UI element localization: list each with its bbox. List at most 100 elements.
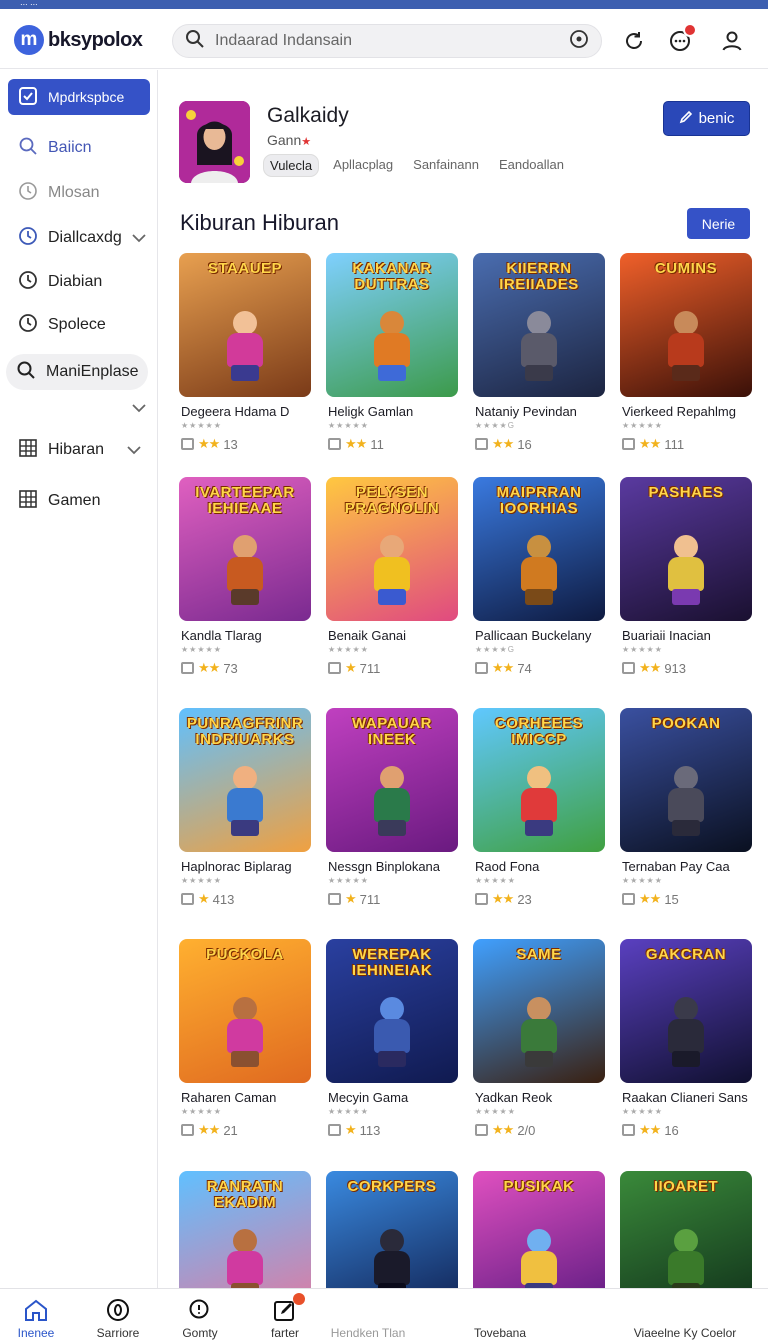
thumbnail-title: PELYSEN PRAGNOLIN [344,484,440,517]
game-card[interactable]: PUCKOLA Raharen Caman ★★★★★ ★★ 21 [179,939,311,1164]
nav-label: Sarriore [96,1326,140,1340]
more-button[interactable]: Nerie [687,208,750,239]
status-text: ∙∙∙ ∙∙∙ [20,0,38,9]
game-card[interactable]: CORKPERS [326,1171,458,1288]
chevron-down-icon[interactable] [132,400,146,418]
game-title[interactable]: Vierkeed Repahlmg [622,404,736,419]
game-thumbnail[interactable]: STAAUEP [179,253,311,397]
game-card[interactable]: STAAUEP Degeera Hdama D ★★★★★ ★★ 13 [179,253,311,478]
game-thumbnail[interactable]: PELYSEN PRAGNOLIN [326,477,458,621]
avatar[interactable] [179,101,250,183]
game-card[interactable]: RANRATN EKADIM [179,1171,311,1288]
game-thumbnail[interactable]: CORKPERS [326,1171,458,1288]
tab-vulecla[interactable]: Vulecla [263,154,320,177]
star-icon: ★★ [492,436,514,451]
game-thumbnail[interactable]: POOKAN [620,708,752,852]
game-card[interactable]: WAPAUAR INEEK Nessgn Binplokana ★★★★★ ★ 711 [326,708,458,933]
tab-sanfainann[interactable]: Sanfainann [407,154,485,177]
game-thumbnail[interactable]: IVARTEEPAR IEHIEAAE [179,477,311,621]
sidebar-item-mlosan[interactable]: Mlosan [8,175,150,211]
game-thumbnail[interactable]: GAKCRAN [620,939,752,1083]
game-thumbnail[interactable]: WAPAUAR INEEK [326,708,458,852]
thumbnail-title: IVARTEEPAR IEHIEAAE [195,484,295,517]
sidebar-item-diabian[interactable]: Diabian [8,264,150,300]
nav-item-viaeelne[interactable]: Viaeelne Ky Coelor [610,1297,760,1340]
game-card[interactable]: CUMINS Vierkeed Repahlmg ★★★★★ ★★ 111 [620,253,752,478]
game-thumbnail[interactable]: SAME [473,939,605,1083]
follow-button[interactable]: benic [663,101,750,136]
game-card[interactable]: POOKAN Ternaban Pay Caa ★★★★★ ★★ 15 [620,708,752,933]
game-thumbnail[interactable]: PASHAES [620,477,752,621]
sidebar-item-gamen[interactable]: Gamen [8,483,150,519]
game-thumbnail[interactable]: PUCKOLA [179,939,311,1083]
sidebar-item-diallcaxdg[interactable]: Diallcaxdg [8,220,150,256]
character-illustration [370,535,414,605]
game-title[interactable]: Pallicaan Buckelany [475,628,591,643]
game-thumbnail[interactable]: CUMINS [620,253,752,397]
character-illustration [517,311,561,381]
nav-item-gomty[interactable]: Gomty [152,1297,248,1340]
game-card[interactable]: PUSIKAK [473,1171,605,1288]
game-rating: ★★ 2/0 [475,1122,535,1138]
app-logo[interactable]: m bksypolox [14,25,143,55]
game-title[interactable]: Raharen Caman [181,1090,276,1105]
game-card[interactable]: MAIPRRAN IOORHIAS Pallicaan Buckelany ★★★★… [473,477,605,702]
sidebar-item-marketplace[interactable]: Mpdrkspbce [8,79,150,115]
game-title[interactable]: Benaik Ganai [328,628,406,643]
game-title[interactable]: Nessgn Binplokana [328,859,440,874]
game-card[interactable]: CORHEEES IMICCP Raod Fona ★★★★★ ★★ 23 [473,708,605,933]
game-title[interactable]: Nataniy Pevindan [475,404,577,419]
character-illustration [370,1229,414,1288]
tab-apllacplag[interactable]: Apllacplag [327,154,399,177]
refresh-icon[interactable] [622,29,646,55]
chat-icon[interactable] [668,23,697,55]
game-thumbnail[interactable]: MAIPRRAN IOORHIAS [473,477,605,621]
rating-value: 16 [517,436,532,452]
game-card[interactable]: PASHAES Buariaii Inacian ★★★★★ ★★ 913 [620,477,752,702]
sidebar-item-hibaran[interactable]: Hibaran [8,432,150,468]
game-title[interactable]: Mecyin Gama [328,1090,408,1105]
tab-eandoallan[interactable]: Eandoallan [493,154,570,177]
game-card[interactable]: IIOARETGBAIM [620,1171,752,1288]
game-title[interactable]: Raod Fona [475,859,539,874]
profile-icon[interactable] [720,29,744,55]
rating-value: 711 [359,660,381,676]
game-thumbnail[interactable]: KAKANAR DUTTRAS [326,253,458,397]
game-title[interactable]: Kandla Tlarag [181,628,262,643]
game-thumbnail[interactable]: PUNRAGFRINR INDRIUARKS [179,708,311,852]
search-input[interactable]: Indaarad Indansain [215,32,569,50]
game-card[interactable]: KAKANAR DUTTRAS Heligk Gamlan ★★★★★ ★★ 11 [326,253,458,478]
game-thumbnail[interactable]: RANRATN EKADIM [179,1171,311,1288]
sidebar-item-manienplase[interactable]: ManiEnplase [6,354,148,390]
chevron-down-icon[interactable] [126,445,142,455]
chevron-down-icon[interactable] [132,233,146,243]
game-thumbnail[interactable]: CORHEEES IMICCP [473,708,605,852]
game-title[interactable]: Haplnorac Biplarag [181,859,292,874]
game-thumbnail[interactable]: PUSIKAK [473,1171,605,1288]
sidebar-item-spolece[interactable]: Spolece [8,307,150,343]
game-card[interactable]: KIIERRN IREIIADES Nataniy Pevindan ★★★★G ★★… [473,253,605,478]
game-card[interactable]: PUNRAGFRINR INDRIUARKS Haplnorac Biplarag… [179,708,311,933]
game-card[interactable]: WEREPAK IEHINEIAK Mecyin Gama ★★★★★ ★ 113 [326,939,458,1164]
game-title[interactable]: Degeera Hdama D [181,404,289,419]
game-title[interactable]: Ternaban Pay Caa [622,859,730,874]
game-title[interactable]: Yadkan Reok [475,1090,552,1105]
game-title[interactable]: Heligk Gamlan [328,404,413,419]
search-bar[interactable]: Indaarad Indansain [172,24,602,58]
rating-dots: ★★★★G [475,645,515,654]
game-thumbnail[interactable]: KIIERRN IREIIADES [473,253,605,397]
settings-icon[interactable] [569,29,589,54]
search-icon [188,1297,212,1323]
game-card[interactable]: GAKCRAN Raakan Clianeri Sans ★★★★★ ★★ 16 [620,939,752,1164]
game-card[interactable]: IVARTEEPAR IEHIEAAE Kandla Tlarag ★★★★★ ★★ 7… [179,477,311,702]
game-thumbnail[interactable]: WEREPAK IEHINEIAK [326,939,458,1083]
sidebar-item-label: Mlosan [48,184,100,201]
nav-item-tovebana[interactable]: Tovebana [452,1297,548,1340]
game-card[interactable]: PELYSEN PRAGNOLIN Benaik Ganai ★★★★★ ★ 711 [326,477,458,702]
nav-item-hendken[interactable]: Hendken Tlan [318,1297,418,1340]
game-title[interactable]: Buariaii Inacian [622,628,711,643]
game-card[interactable]: SAME Yadkan Reok ★★★★★ ★★ 2/0 [473,939,605,1164]
game-title[interactable]: Raakan Clianeri Sans [622,1090,748,1105]
game-thumbnail[interactable]: IIOARETGBAIM [620,1171,752,1288]
sidebar-item-baiicn[interactable]: Baiicn [8,130,150,166]
